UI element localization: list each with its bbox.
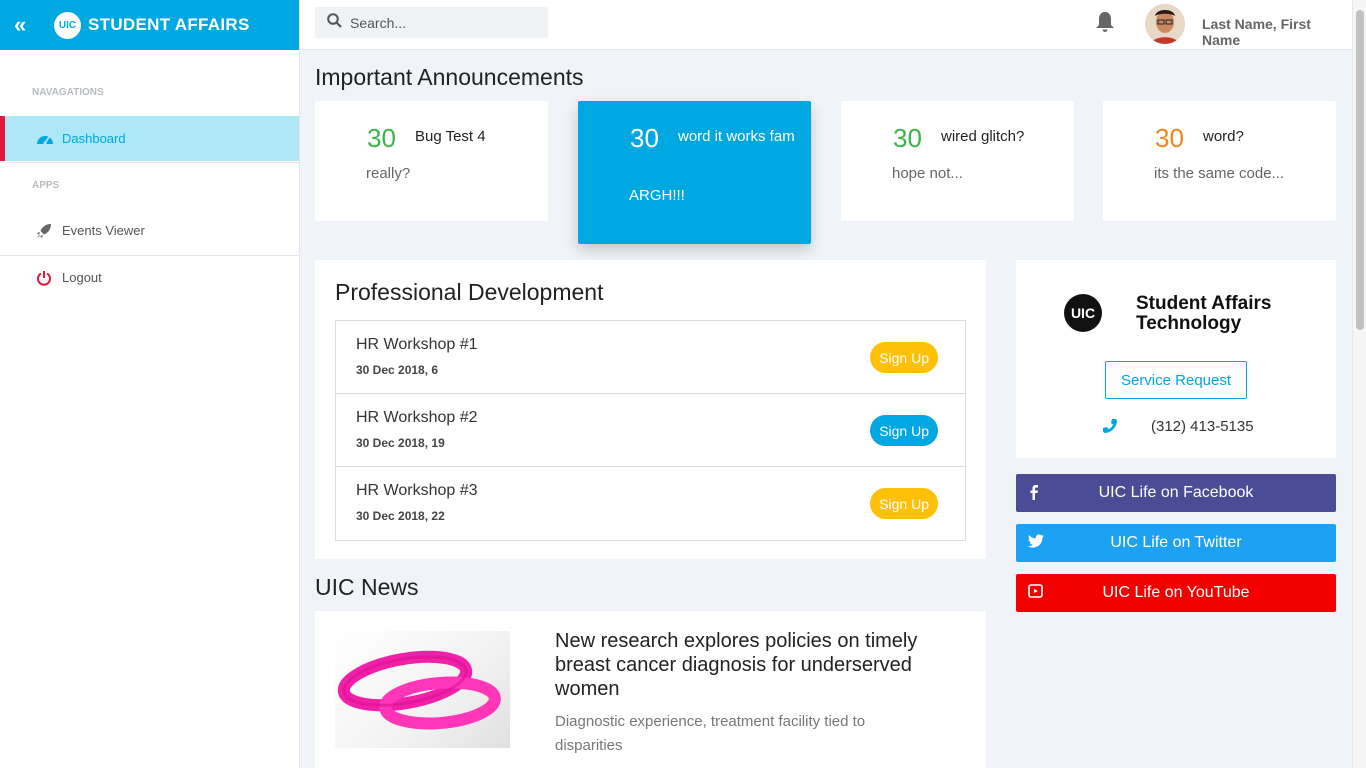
- workshop-name: HR Workshop #2: [356, 409, 478, 426]
- brand-bar: « UIC STUDENT AFFAIRS: [0, 0, 299, 50]
- sat-contact-card: UIC Student Affairs Technology Service R…: [1016, 260, 1336, 458]
- bell-icon[interactable]: [1094, 10, 1116, 39]
- announcement-desc: hope not...: [892, 165, 963, 182]
- sidebar-item-events-viewer[interactable]: Events Viewer: [0, 208, 299, 253]
- user-name[interactable]: Last Name, First Name: [1202, 16, 1352, 48]
- sidebar-item-label: Logout: [62, 270, 102, 285]
- news-card[interactable]: New research explores policies on timely…: [315, 611, 986, 768]
- sign-up-button[interactable]: Sign Up: [870, 488, 938, 519]
- workshop-name: HR Workshop #3: [356, 482, 478, 499]
- announcement-number: 30: [893, 123, 922, 153]
- twitter-label: UIC Life on Twitter: [1110, 534, 1242, 551]
- announcement-number: 30: [1155, 123, 1184, 153]
- news-item-title[interactable]: New research explores policies on timely…: [555, 629, 955, 701]
- announcement-number: 30: [630, 123, 659, 153]
- announcement-number: 30: [367, 123, 396, 153]
- page-scrollbar[interactable]: [1352, 0, 1366, 768]
- list-item: HR Workshop #2 30 Dec 2018, 19 Sign Up: [336, 394, 965, 467]
- facebook-icon: [1028, 484, 1040, 505]
- facebook-button[interactable]: UIC Life on Facebook: [1016, 474, 1336, 512]
- announcement-desc: ARGH!!!: [629, 187, 685, 204]
- sat-name: Student Affairs Technology: [1136, 294, 1271, 334]
- professional-development-title: Professional Development: [335, 279, 604, 305]
- scrollbar-thumb[interactable]: [1356, 10, 1364, 330]
- sat-name-line1: Student Affairs: [1136, 293, 1272, 314]
- power-icon: [36, 270, 62, 286]
- announcement-title: word it works fam: [678, 128, 795, 145]
- news-image[interactable]: [335, 631, 510, 748]
- phone-icon: [1102, 418, 1118, 439]
- speedometer-icon: [36, 132, 62, 146]
- twitter-icon: [1028, 534, 1044, 553]
- apps-section-label: APPS: [32, 180, 60, 191]
- workshop-name: HR Workshop #1: [356, 336, 478, 353]
- announcement-title: word?: [1203, 128, 1244, 145]
- youtube-button[interactable]: UIC Life on YouTube: [1016, 574, 1336, 612]
- workshop-date: 30 Dec 2018, 6: [356, 363, 439, 377]
- phone-number[interactable]: (312) 413-5135: [1151, 418, 1254, 435]
- divider: [0, 162, 299, 163]
- announcement-title: wired glitch?: [941, 128, 1025, 145]
- rocket-icon: [36, 223, 62, 239]
- announcement-card-featured[interactable]: 30 word it works fam ARGH!!!: [578, 101, 811, 244]
- list-item: HR Workshop #3 30 Dec 2018, 22 Sign Up: [336, 467, 965, 540]
- sidebar-item-label: Events Viewer: [62, 223, 145, 238]
- announcement-title: Bug Test 4: [415, 128, 486, 145]
- uic-seal-logo: UIC: [1064, 294, 1102, 332]
- announcement-card[interactable]: 30 Bug Test 4 really?: [315, 101, 548, 221]
- brand-name: STUDENT AFFAIRS: [88, 15, 250, 34]
- sign-up-button[interactable]: Sign Up: [870, 415, 938, 446]
- sidebar-item-logout[interactable]: Logout: [0, 255, 299, 300]
- news-item-desc: Diagnostic experience, treatment facilit…: [555, 713, 866, 754]
- twitter-button[interactable]: UIC Life on Twitter: [1016, 524, 1336, 562]
- search-icon: [327, 12, 342, 33]
- sign-up-button[interactable]: Sign Up: [870, 342, 938, 373]
- announcement-card[interactable]: 30 wired glitch? hope not...: [841, 101, 1074, 221]
- list-item: HR Workshop #1 30 Dec 2018, 6 Sign Up: [336, 321, 965, 394]
- news-section-title: UIC News: [315, 574, 419, 600]
- workshop-list: HR Workshop #1 30 Dec 2018, 6 Sign Up HR…: [335, 320, 966, 541]
- facebook-label: UIC Life on Facebook: [1098, 484, 1254, 501]
- sidebar-item-dashboard[interactable]: Dashboard: [0, 116, 299, 161]
- search-box[interactable]: [315, 7, 548, 38]
- professional-development-card: Professional Development HR Workshop #1 …: [315, 260, 986, 559]
- sidebar-item-label: Dashboard: [62, 131, 126, 146]
- announcement-desc: really?: [366, 165, 411, 182]
- nav-section-label: NAVAGATIONS: [32, 87, 104, 98]
- service-request-button[interactable]: Service Request: [1105, 361, 1247, 399]
- collapse-sidebar-icon[interactable]: «: [14, 12, 54, 38]
- announcement-desc: its the same code...: [1154, 165, 1285, 182]
- youtube-icon: [1028, 584, 1044, 603]
- youtube-label: UIC Life on YouTube: [1102, 584, 1250, 601]
- top-bar: Last Name, First Name: [300, 0, 1352, 50]
- workshop-date: 30 Dec 2018, 19: [356, 436, 445, 450]
- workshop-date: 30 Dec 2018, 22: [356, 509, 445, 523]
- uic-logo: UIC: [54, 11, 81, 39]
- search-input[interactable]: [350, 14, 540, 31]
- sidebar: « UIC STUDENT AFFAIRS NAVAGATIONS Dashbo…: [0, 0, 300, 768]
- announcements-title: Important Announcements: [315, 64, 584, 90]
- announcement-card[interactable]: 30 word? its the same code...: [1103, 101, 1336, 221]
- sat-name-line2: Technology: [1136, 313, 1242, 334]
- avatar[interactable]: [1145, 4, 1185, 44]
